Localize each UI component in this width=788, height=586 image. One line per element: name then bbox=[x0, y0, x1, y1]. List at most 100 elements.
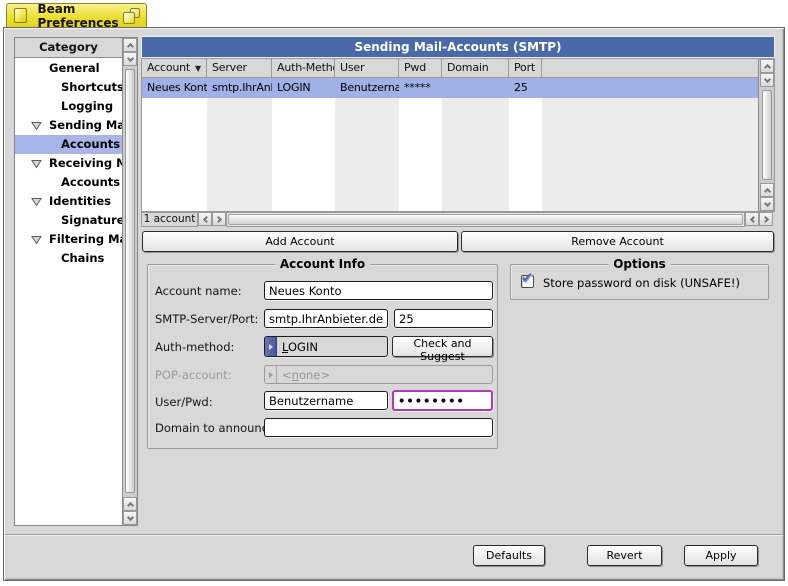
smtp-server-port-label: SMTP-Server/Port: bbox=[155, 312, 259, 326]
add-account-button[interactable]: Add Account bbox=[142, 231, 458, 252]
sidebar-item-sending-accounts[interactable]: Accounts bbox=[15, 135, 122, 154]
pop-account-menufield: <none> bbox=[264, 365, 493, 384]
chevron-left-icon bbox=[202, 215, 210, 223]
triangle-right-icon bbox=[268, 371, 273, 378]
sidebar-item-filtering-mail[interactable]: Filtering Mail bbox=[15, 230, 122, 249]
preferences-window: Category General Shortcuts Logging Sendi… bbox=[3, 27, 785, 581]
scroll-up-button[interactable] bbox=[123, 497, 137, 511]
scrollbar-thumb[interactable] bbox=[762, 90, 772, 180]
table-vertical-scrollbar bbox=[758, 59, 774, 211]
user-input[interactable] bbox=[264, 391, 388, 410]
scroll-down-button[interactable] bbox=[123, 511, 137, 525]
scroll-up-button[interactable] bbox=[123, 38, 137, 52]
zoom-square-big bbox=[123, 12, 135, 24]
chevron-left-icon bbox=[749, 215, 757, 223]
account-info-group: Account Info Account name: SMTP-Server/P… bbox=[147, 257, 498, 449]
triangle-right-icon bbox=[268, 343, 273, 350]
scroll-up-button[interactable] bbox=[760, 59, 774, 73]
column-header-port[interactable]: Port bbox=[509, 59, 542, 78]
scroll-left-button[interactable] bbox=[745, 212, 759, 226]
chevron-right-icon bbox=[761, 215, 769, 223]
menu-handle-icon bbox=[265, 366, 277, 383]
category-list: Category General Shortcuts Logging Sendi… bbox=[14, 37, 138, 526]
options-legend: Options bbox=[608, 257, 671, 271]
scroll-up-button[interactable] bbox=[760, 183, 774, 197]
sort-descending-icon: ▼ bbox=[195, 64, 201, 73]
cell-port: 25 bbox=[514, 81, 528, 94]
store-password-label: Store password on disk (UNSAFE!) bbox=[543, 276, 740, 290]
expander-triangle-icon[interactable] bbox=[31, 197, 42, 207]
apply-button[interactable]: Apply bbox=[684, 545, 758, 566]
scrollbar-thumb[interactable] bbox=[228, 214, 743, 225]
expander-triangle-icon[interactable] bbox=[31, 159, 42, 169]
sidebar-item-logging[interactable]: Logging bbox=[15, 97, 122, 116]
store-password-checkbox[interactable]: ✔ bbox=[521, 269, 534, 288]
check-and-suggest-button[interactable]: Check and Suggest bbox=[392, 336, 493, 363]
chevron-down-icon bbox=[763, 199, 771, 207]
chevron-right-icon bbox=[214, 215, 222, 223]
scroll-right-button[interactable] bbox=[212, 212, 226, 226]
expander-triangle-icon[interactable] bbox=[31, 235, 42, 245]
cell-server: smtp.IhrAnbieter. bbox=[212, 81, 272, 94]
scroll-down-button[interactable] bbox=[760, 197, 774, 211]
column-header-domain[interactable]: Domain bbox=[442, 59, 509, 78]
scroll-down-button[interactable] bbox=[760, 73, 774, 87]
smtp-port-input[interactable] bbox=[394, 309, 493, 328]
column-header-blank[interactable] bbox=[542, 59, 758, 78]
sidebar-item-general[interactable]: General bbox=[15, 59, 122, 78]
column-header-server[interactable]: Server bbox=[207, 59, 272, 78]
table-row-selected[interactable]: Neues Konto smtp.IhrAnbieter. LOGIN Benu… bbox=[142, 78, 758, 98]
auth-method-menufield[interactable]: LOGIN bbox=[264, 336, 388, 357]
chevron-up-icon bbox=[763, 187, 771, 195]
smtp-server-input[interactable] bbox=[264, 309, 388, 328]
pane-title: Sending Mail-Accounts (SMTP) bbox=[142, 37, 774, 57]
account-name-input[interactable] bbox=[264, 281, 493, 300]
scroll-left-button[interactable] bbox=[198, 212, 212, 226]
domain-announce-input[interactable] bbox=[264, 418, 493, 437]
account-name-label: Account name: bbox=[155, 284, 242, 298]
auth-method-label: Auth-method: bbox=[155, 340, 235, 354]
cell-domain bbox=[442, 78, 509, 98]
sidebar-item-signatures[interactable]: Signatures bbox=[15, 211, 122, 230]
sidebar-item-shortcuts[interactable]: Shortcuts bbox=[15, 78, 122, 97]
sidebar-item-identities[interactable]: Identities bbox=[15, 192, 122, 211]
cell-pwd: ***** bbox=[404, 81, 431, 94]
chevron-down-icon bbox=[126, 513, 134, 521]
sidebar-item-sending-mail[interactable]: Sending Mail bbox=[15, 116, 122, 135]
check-icon: ✔ bbox=[521, 269, 534, 287]
chevron-down-icon bbox=[126, 54, 134, 62]
scrollbar-track bbox=[226, 212, 745, 227]
sidebar-item-chains[interactable]: Chains bbox=[15, 249, 122, 268]
chevron-up-icon bbox=[126, 501, 134, 509]
accounts-table: Account▼ Server Auth-Method User Pwd Dom… bbox=[141, 58, 775, 212]
pop-account-label: POP-account: bbox=[155, 368, 232, 382]
remove-account-button[interactable]: Remove Account bbox=[461, 231, 774, 252]
chevron-down-icon bbox=[763, 75, 771, 83]
chevron-up-icon bbox=[763, 63, 771, 71]
sidebar-item-receiving-mail[interactable]: Receiving Mail bbox=[15, 154, 122, 173]
sidebar-scrollbar bbox=[122, 38, 137, 525]
scroll-down-button[interactable] bbox=[123, 52, 137, 66]
desktop: Beam Preferences Category General Shortc… bbox=[0, 0, 788, 586]
category-list-header: Category bbox=[15, 38, 122, 58]
domain-announce-label: Domain to announce: bbox=[155, 421, 279, 435]
scrollbar-thumb[interactable] bbox=[125, 69, 135, 493]
zoom-icon[interactable] bbox=[123, 8, 140, 24]
sidebar-item-receiving-accounts[interactable]: Accounts bbox=[15, 173, 122, 192]
defaults-button[interactable]: Defaults bbox=[473, 545, 545, 566]
account-info-legend: Account Info bbox=[274, 257, 371, 271]
column-header-user[interactable]: User bbox=[335, 59, 399, 78]
window-title-tab[interactable]: Beam Preferences bbox=[6, 2, 147, 30]
user-pwd-label: User/Pwd: bbox=[155, 395, 213, 409]
close-icon[interactable] bbox=[14, 8, 28, 23]
column-header-pwd[interactable]: Pwd bbox=[399, 59, 442, 78]
category-items: General Shortcuts Logging Sending Mail A… bbox=[15, 59, 122, 268]
cell-account: Neues Konto bbox=[147, 81, 207, 94]
password-input[interactable] bbox=[392, 390, 493, 411]
scroll-right-button[interactable] bbox=[759, 212, 773, 226]
revert-button[interactable]: Revert bbox=[587, 545, 662, 566]
column-header-auth-method[interactable]: Auth-Method bbox=[272, 59, 335, 78]
column-header-account[interactable]: Account ▼ bbox=[142, 59, 207, 78]
expander-triangle-icon[interactable] bbox=[31, 121, 42, 131]
menu-handle-icon bbox=[265, 337, 277, 356]
